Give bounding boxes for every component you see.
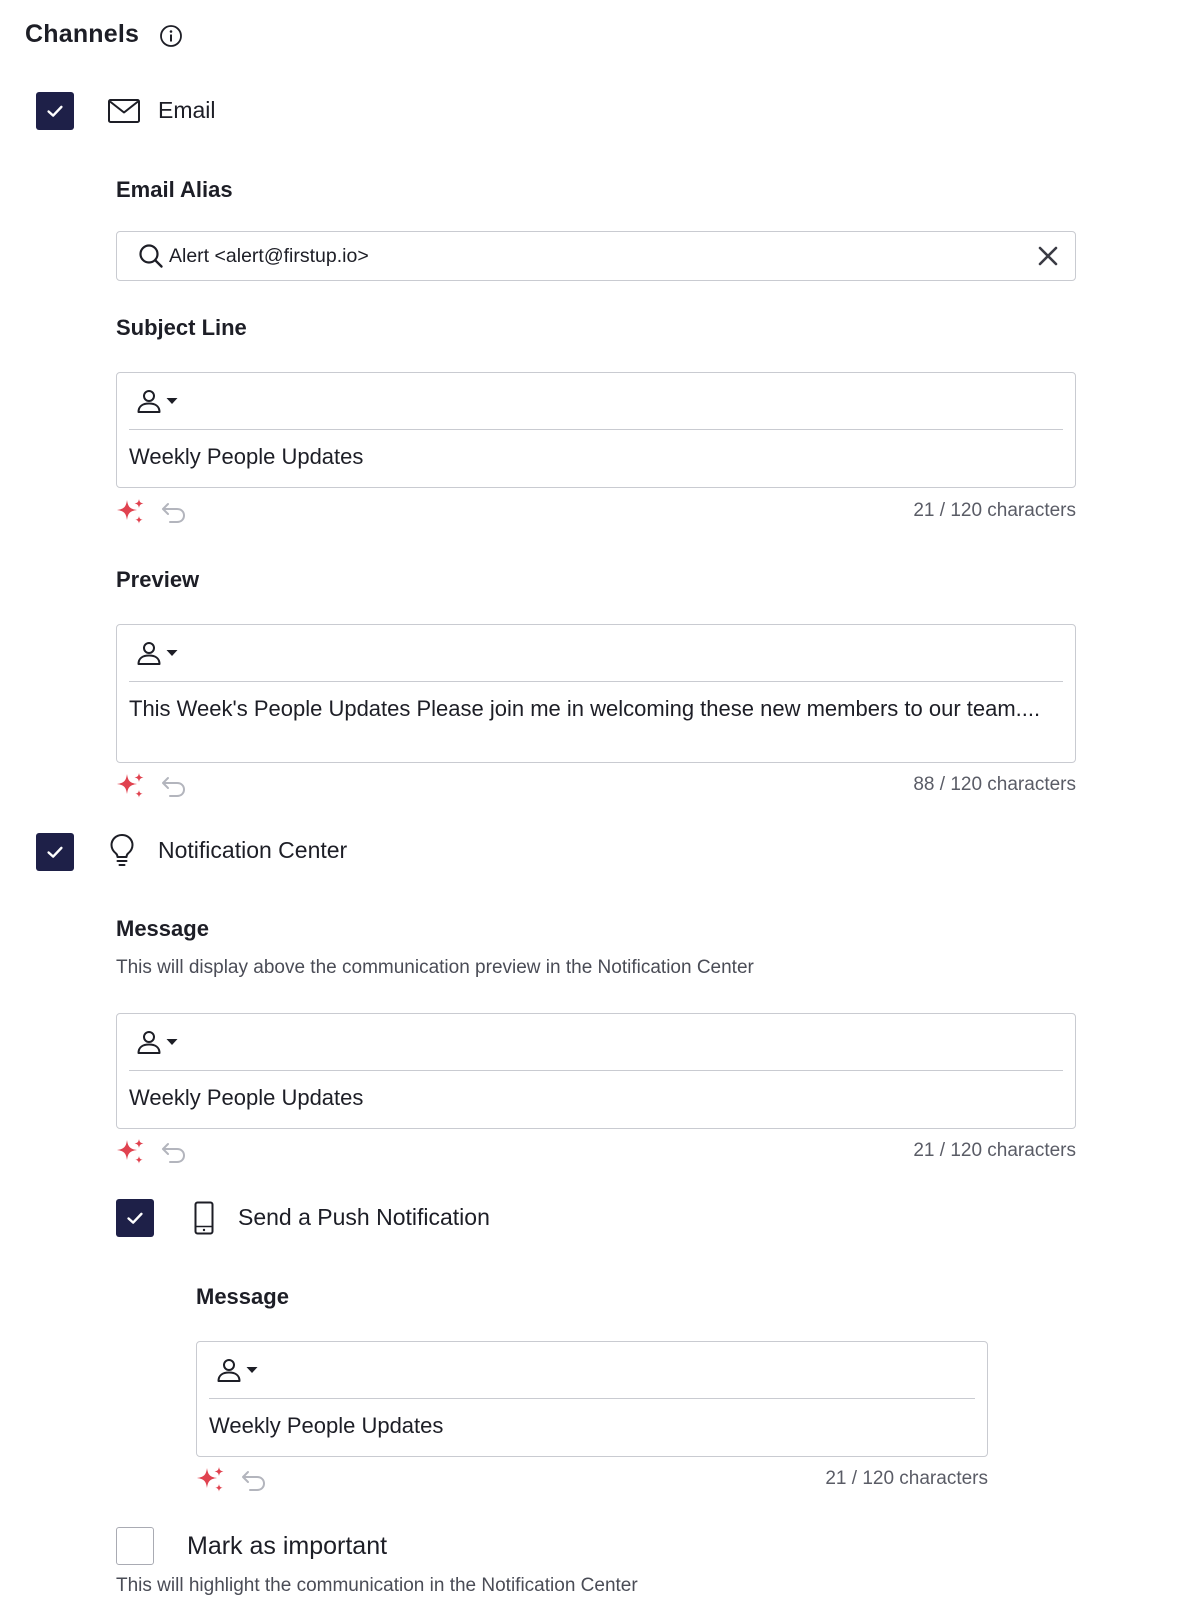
subject-line-counter: 21 / 120 characters (913, 500, 1076, 521)
nc-message-counter: 21 / 120 characters (913, 1140, 1076, 1161)
subject-line-actions: 21 / 120 characters (116, 496, 1076, 528)
push-message-counter: 21 / 120 characters (825, 1468, 988, 1489)
notification-center-label: Notification Center (158, 837, 348, 863)
notification-center-checkbox[interactable] (36, 833, 74, 871)
lightbulb-icon (104, 832, 140, 868)
preview-editor[interactable]: This Week's People Updates Please join m… (116, 624, 1076, 763)
push-message-text[interactable]: Weekly People Updates (209, 1412, 975, 1439)
undo-icon[interactable] (160, 498, 188, 526)
undo-icon[interactable] (160, 772, 188, 800)
personalization-dropdown[interactable] (135, 1028, 179, 1056)
undo-icon[interactable] (240, 1466, 268, 1494)
ai-sparkle-icon[interactable] (116, 771, 146, 801)
ai-sparkle-icon[interactable] (196, 1465, 226, 1495)
push-message-label: Message (196, 1284, 289, 1309)
preview-counter: 88 / 120 characters (913, 774, 1076, 795)
person-icon (217, 1359, 241, 1382)
ai-sparkle-icon[interactable] (116, 1137, 146, 1167)
mobile-phone-icon (186, 1200, 222, 1236)
personalization-dropdown[interactable] (135, 387, 179, 415)
email-alias-value: Alert <alert@firstup.io> (169, 244, 369, 267)
editor-toolbar (129, 1014, 1063, 1071)
mail-icon (106, 93, 142, 129)
push-notification-checkbox[interactable] (116, 1199, 154, 1237)
personalization-dropdown[interactable] (215, 1356, 259, 1384)
email-alias-input[interactable]: Alert <alert@firstup.io> (116, 231, 1076, 281)
personalization-dropdown[interactable] (135, 639, 179, 667)
push-message-editor[interactable]: Weekly People Updates (196, 1341, 988, 1457)
nc-message-actions: 21 / 120 characters (116, 1136, 1076, 1168)
page-title: Channels (25, 20, 140, 48)
caret-down-icon (166, 650, 178, 656)
mark-important-help: This will highlight the communication in… (116, 1575, 638, 1596)
push-message-actions: 21 / 120 characters (196, 1464, 988, 1496)
ai-sparkle-icon[interactable] (116, 497, 146, 527)
check-icon (47, 105, 63, 117)
check-icon (47, 846, 63, 858)
undo-icon[interactable] (160, 1138, 188, 1166)
caret-down-icon (246, 1367, 258, 1373)
person-icon (137, 1031, 161, 1054)
preview-label: Preview (116, 567, 200, 592)
email-checkbox[interactable] (36, 92, 74, 130)
search-icon (139, 244, 163, 268)
subject-line-editor[interactable]: Weekly People Updates (116, 372, 1076, 488)
subject-line-text[interactable]: Weekly People Updates (129, 443, 1063, 470)
editor-toolbar (209, 1342, 975, 1399)
check-icon (127, 1212, 143, 1224)
email-alias-label: Email Alias (116, 177, 233, 202)
mark-important-label: Mark as important (187, 1532, 388, 1560)
caret-down-icon (166, 1039, 178, 1045)
push-notification-label: Send a Push Notification (238, 1204, 490, 1230)
info-circle-icon[interactable] (159, 24, 183, 48)
editor-toolbar (129, 373, 1063, 430)
mark-important-checkbox[interactable] (116, 1527, 154, 1565)
close-icon[interactable] (1035, 243, 1061, 269)
person-icon (137, 390, 161, 413)
preview-actions: 88 / 120 characters (116, 770, 1076, 802)
nc-message-text[interactable]: Weekly People Updates (129, 1084, 1063, 1111)
person-icon (137, 642, 161, 665)
nc-message-editor[interactable]: Weekly People Updates (116, 1013, 1076, 1129)
caret-down-icon (166, 398, 178, 404)
nc-message-label: Message (116, 916, 209, 941)
editor-toolbar (129, 625, 1063, 682)
email-label: Email (158, 97, 216, 123)
preview-text[interactable]: This Week's People Updates Please join m… (129, 695, 1063, 722)
nc-message-help: This will display above the communicatio… (116, 957, 754, 978)
subject-line-label: Subject Line (116, 315, 247, 340)
